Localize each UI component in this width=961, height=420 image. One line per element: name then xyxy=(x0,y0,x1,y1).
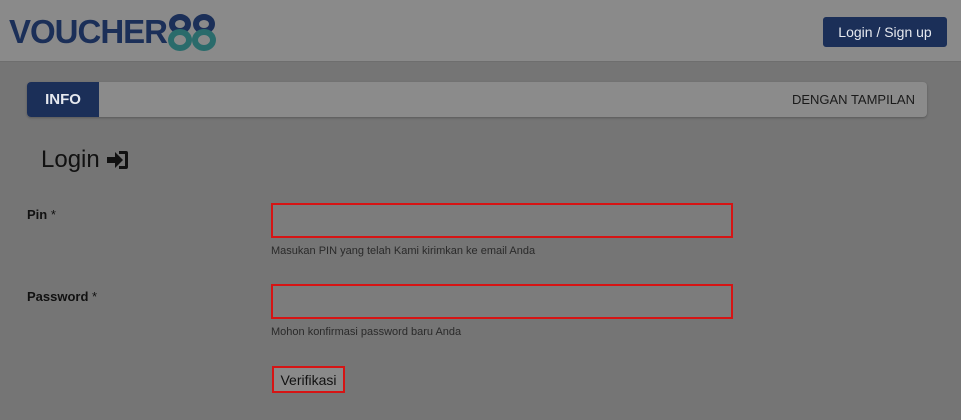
info-tab-label: INFO xyxy=(27,82,99,117)
voucher88-logo[interactable]: VOUCHER xyxy=(9,12,217,52)
info-marquee-text: DENGAN TAMPILAN xyxy=(791,92,915,107)
pin-label: Pin * xyxy=(27,207,56,222)
password-label-text: Password xyxy=(27,289,89,304)
pin-help-text: Masukan PIN yang telah Kami kirimkan ke … xyxy=(271,245,536,257)
pin-input[interactable] xyxy=(271,203,733,238)
top-navbar: VOUCHER Login / Sign up xyxy=(0,0,961,62)
login-heading: Login xyxy=(41,146,129,174)
verifikasi-button[interactable]: Verifikasi xyxy=(272,366,345,393)
sign-in-icon xyxy=(106,151,128,169)
info-ticker-bar: INFO DENGAN TAMPILAN xyxy=(27,82,927,117)
pin-required-mark: * xyxy=(50,207,56,222)
password-required-mark: * xyxy=(92,289,98,304)
password-input[interactable] xyxy=(271,284,733,319)
password-label: Password * xyxy=(27,289,97,304)
password-help-text: Mohon konfirmasi password baru Anda xyxy=(271,326,462,338)
login-signup-button[interactable]: Login / Sign up xyxy=(823,17,947,47)
login-title: Login xyxy=(41,146,100,173)
pin-label-text: Pin xyxy=(27,207,48,222)
logo-88-icon xyxy=(168,14,217,51)
logo-text: VOUCHER xyxy=(9,13,168,50)
